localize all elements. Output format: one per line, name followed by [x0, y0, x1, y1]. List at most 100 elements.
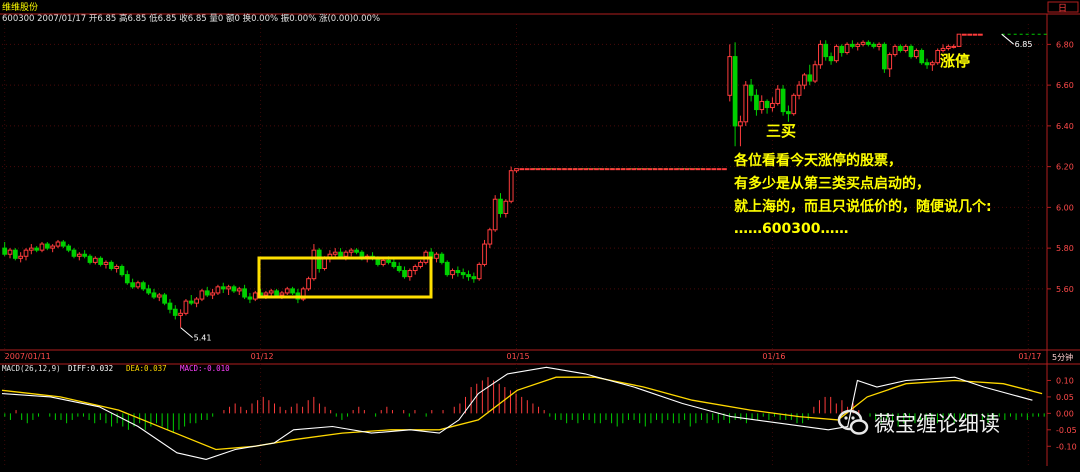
candle-body	[50, 245, 56, 249]
candle-body	[338, 251, 343, 257]
candle-body	[140, 282, 146, 290]
candle-body	[754, 94, 759, 111]
candle-body	[263, 292, 269, 296]
candle-body	[172, 308, 178, 316]
candle-body	[306, 278, 311, 290]
candle-body	[935, 49, 941, 64]
watermark-text: 薇宝缠论细读	[874, 412, 1000, 436]
macd-diff-value: DIFF:0.032	[68, 364, 113, 373]
candle-body	[652, 168, 658, 171]
candle-body	[162, 294, 167, 304]
candle-body	[236, 288, 242, 292]
candle-body	[322, 257, 327, 269]
candle-body	[311, 249, 317, 280]
candle-body	[178, 312, 183, 316]
candle-body	[551, 168, 557, 171]
candle-body	[706, 168, 711, 171]
price-mark-pointer	[180, 327, 193, 338]
info-line: 600300 2007/01/17 开6.85 高6.85 低6.85 收6.8…	[2, 13, 380, 24]
candle-body	[524, 168, 530, 171]
candle-body	[588, 168, 594, 171]
candle-body	[839, 45, 845, 54]
candle-body	[354, 249, 359, 253]
annotation-zhangting: 涨停	[940, 52, 970, 70]
candle-body	[450, 270, 455, 276]
candle-body	[380, 259, 386, 265]
candle-body	[210, 292, 215, 296]
candle-body	[482, 243, 487, 265]
candle-body	[599, 168, 605, 171]
candle-body	[71, 249, 77, 257]
candle-body	[956, 33, 962, 47]
candle-body	[908, 45, 914, 58]
candle-body	[455, 270, 461, 274]
candle-body	[412, 265, 418, 272]
macd-tick-label: -0.10	[1056, 442, 1077, 451]
candle-body	[60, 241, 66, 247]
candle-body	[791, 94, 797, 115]
candle-body	[583, 168, 589, 171]
price-tick-label: 6.00	[1056, 203, 1074, 212]
annotation-line-4: ……600300……	[734, 221, 848, 237]
date-axis: 2007/01/11 01/12 01/15 01/16 01/17	[5, 352, 1042, 361]
candle-body	[711, 168, 717, 171]
candle-body	[818, 43, 823, 66]
candle-body	[92, 257, 98, 263]
candle-body	[215, 286, 221, 294]
period-label[interactable]: 5分钟	[1052, 352, 1073, 362]
candle-body	[961, 33, 967, 36]
candle-body	[130, 282, 135, 288]
candle-body	[167, 302, 173, 310]
candle-body	[194, 298, 199, 304]
candle-body	[279, 292, 285, 296]
candle-body	[466, 274, 471, 278]
candle-body	[615, 168, 621, 171]
candle-body	[498, 198, 503, 214]
candle-body	[759, 100, 765, 111]
candle-body	[124, 274, 130, 284]
candle-body	[679, 168, 685, 171]
price-tick-label: 6.80	[1056, 40, 1074, 49]
candle-body	[535, 168, 541, 171]
candle-body	[977, 33, 983, 36]
candle-body	[770, 102, 775, 109]
candle-body	[156, 294, 162, 298]
candle-body	[220, 286, 226, 290]
macd-label: MACD(26,12,9)	[2, 364, 61, 373]
candle-body	[268, 290, 274, 294]
candle-body	[556, 168, 562, 171]
candle-body	[642, 168, 647, 171]
candle-body	[892, 45, 898, 56]
candle-body	[620, 168, 626, 171]
macd-dea-value: DEA:0.037	[126, 364, 167, 373]
candle-body	[540, 168, 546, 171]
annotation-line-1: 各位看看今天涨停的股票，	[733, 152, 902, 169]
candle-body	[930, 62, 935, 66]
candle-body	[802, 74, 807, 86]
candle-body	[274, 290, 279, 296]
period-button[interactable]: 日	[1058, 3, 1067, 14]
candle-body	[460, 272, 466, 276]
candle-body	[66, 245, 72, 251]
grid-lines	[2, 24, 1047, 466]
price-tick-label: 6.60	[1056, 81, 1074, 90]
candle-body	[135, 282, 141, 288]
candle-body	[876, 43, 882, 47]
candle-body	[626, 168, 631, 171]
candle-body	[530, 168, 535, 171]
candle-body	[940, 47, 946, 51]
candle-body	[844, 43, 850, 54]
candle-body	[866, 41, 871, 45]
candle-body	[764, 100, 770, 109]
macd-tick-label: -0.05	[1056, 426, 1077, 435]
candle-body	[503, 200, 509, 214]
candle-body	[332, 251, 338, 255]
candle-body	[951, 45, 957, 48]
candle-body	[391, 261, 397, 267]
macd-hist-value: MACD:-0.010	[180, 364, 230, 373]
candle-body	[780, 88, 786, 113]
annotation-sanmai: 三买	[766, 122, 796, 140]
candle-body	[146, 288, 151, 294]
candle-body	[103, 261, 109, 265]
chart-canvas: 6.80 6.60 6.40 6.20 6.00 5.80 5.60 2007/01/11 0…	[0, 1, 1080, 466]
